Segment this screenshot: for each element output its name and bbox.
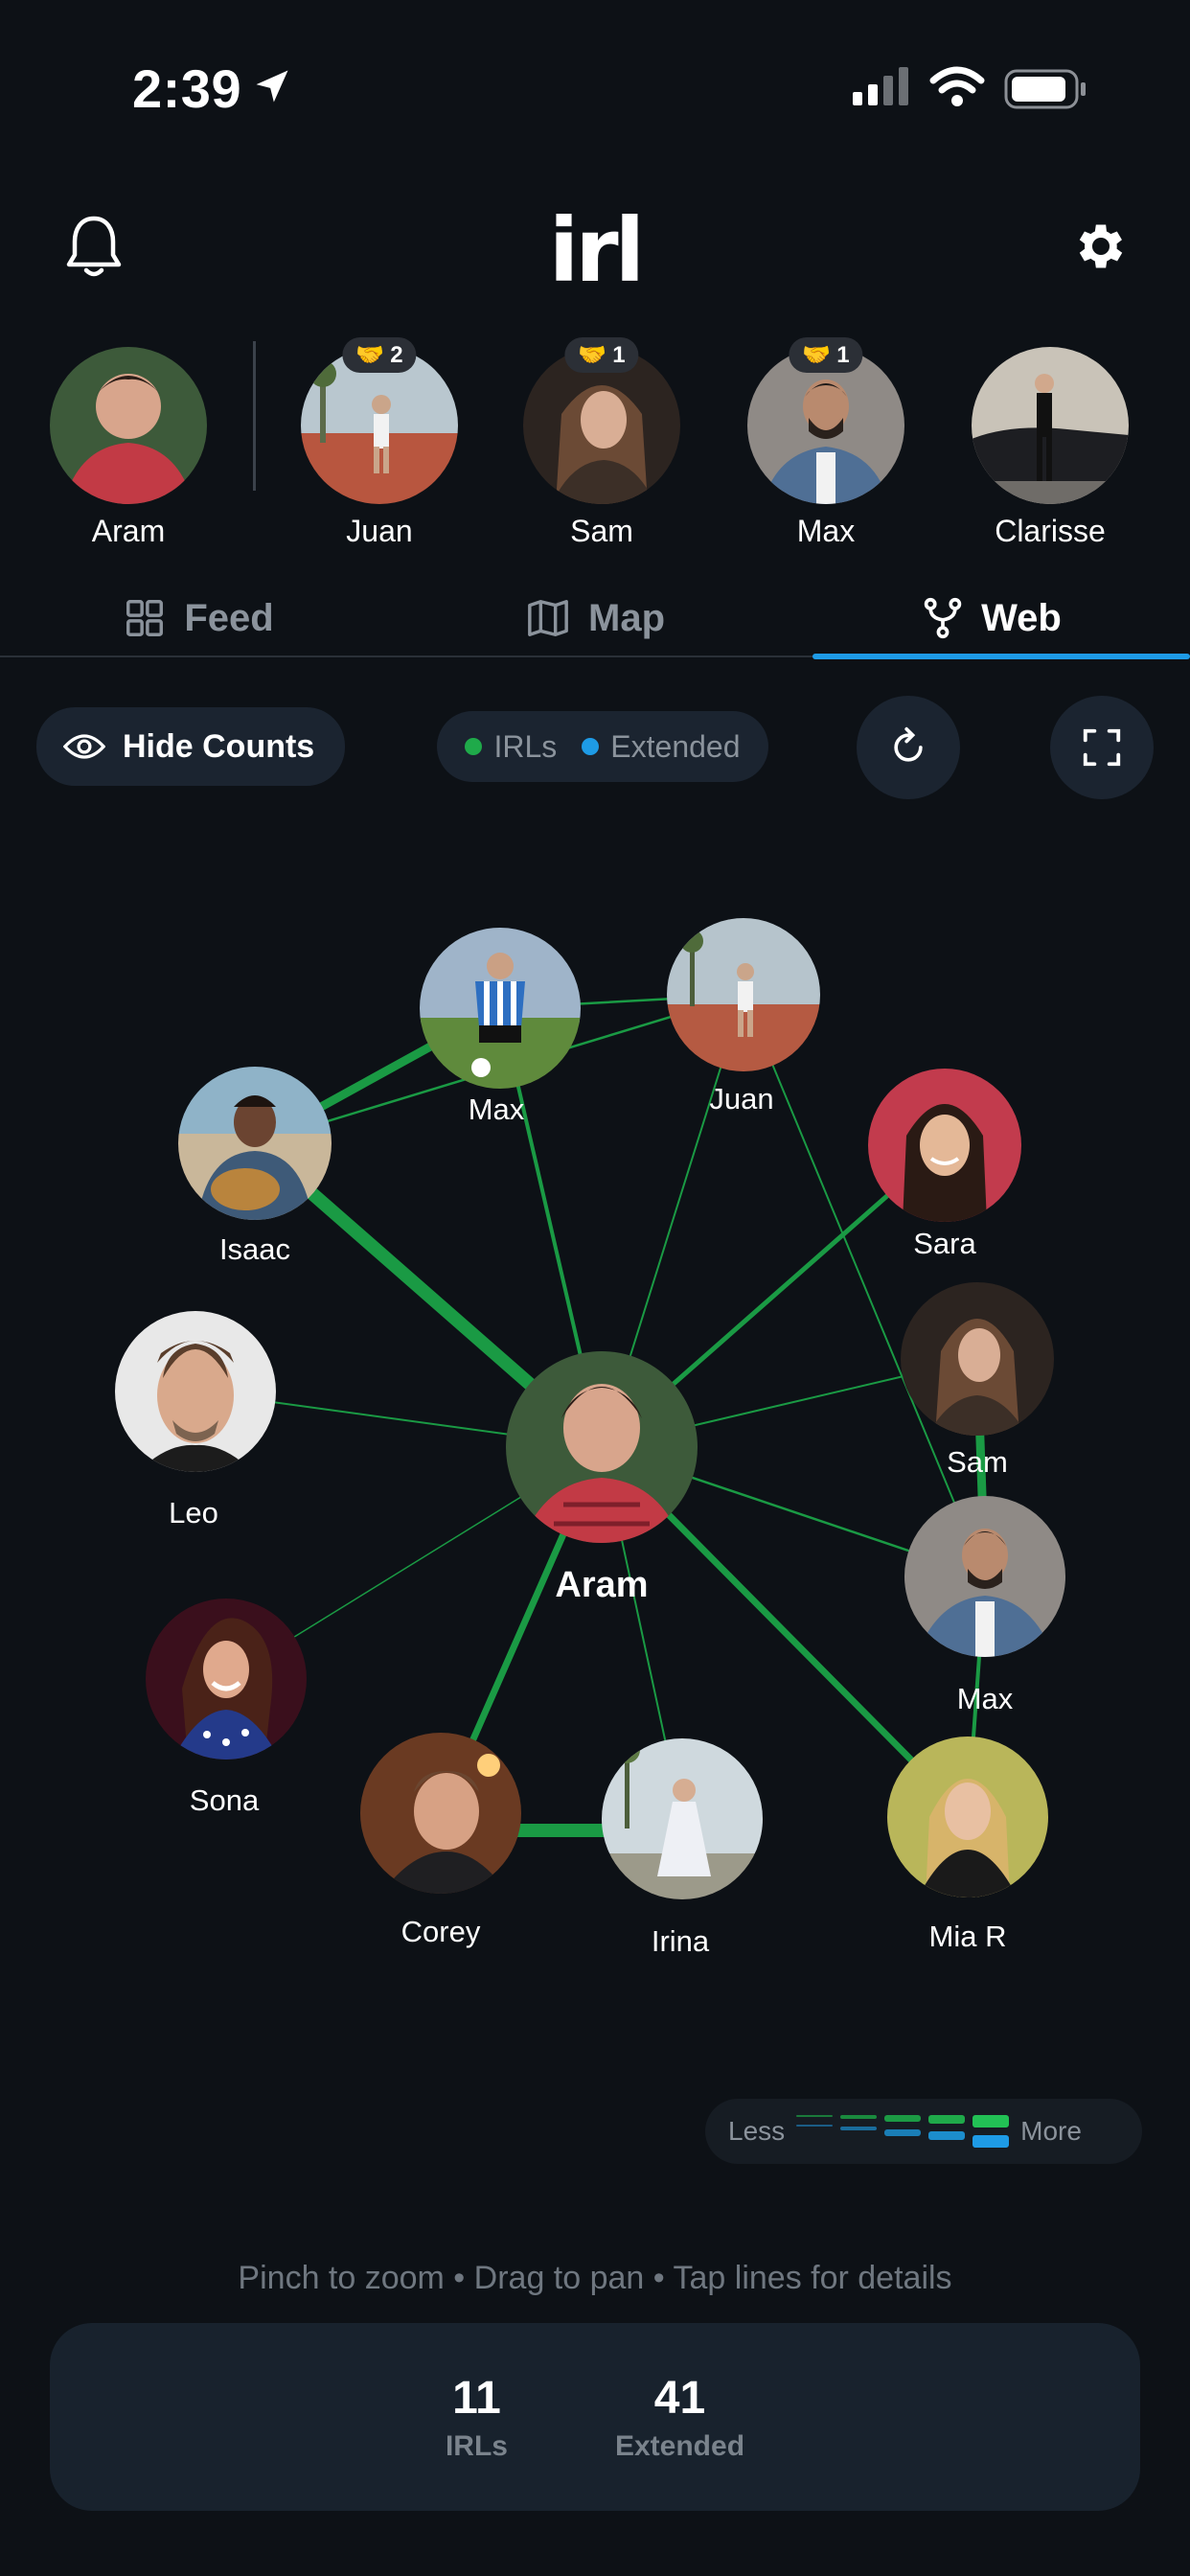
irl-count-badge: 🤝 2 bbox=[342, 337, 417, 373]
refresh-button[interactable] bbox=[857, 696, 960, 799]
app-logo: irl bbox=[548, 199, 645, 302]
eye-icon bbox=[63, 734, 105, 759]
irl-count-badge: 🤝 1 bbox=[789, 337, 863, 373]
node-sara[interactable] bbox=[868, 1069, 1021, 1222]
settings-gear-icon[interactable] bbox=[1071, 217, 1131, 276]
node-corey[interactable] bbox=[360, 1733, 521, 1894]
strength-scale bbox=[796, 2115, 1010, 2148]
node-label: Corey bbox=[401, 1915, 481, 1948]
node-label: Max bbox=[469, 1092, 525, 1126]
story-juan[interactable]: 🤝 2 Juan bbox=[284, 337, 475, 549]
node-label: Mia R bbox=[929, 1920, 1007, 1953]
fullscreen-icon bbox=[1083, 728, 1121, 767]
connection-web-graph[interactable]: Max Juan Isaac Sara Leo Sam Max Sona Cor… bbox=[0, 834, 1190, 2041]
hide-counts-label: Hide Counts bbox=[123, 727, 315, 765]
node-sona[interactable] bbox=[146, 1598, 307, 1760]
grid-icon bbox=[126, 600, 164, 636]
node-leo[interactable] bbox=[115, 1311, 276, 1472]
story-sam[interactable]: 🤝 1 Sam bbox=[506, 337, 698, 549]
irls-label: IRLs bbox=[445, 2429, 508, 2462]
story-name: Clarisse bbox=[995, 514, 1106, 548]
node-label: Sam bbox=[947, 1445, 1008, 1479]
node-label: Leo bbox=[169, 1496, 218, 1530]
node-isaac[interactable] bbox=[178, 1067, 332, 1220]
node-label: Max bbox=[957, 1682, 1014, 1715]
extended-stat: 41 Extended bbox=[615, 2372, 744, 2463]
irls-count: 11 bbox=[452, 2372, 501, 2424]
irls-stat: 11 IRLs bbox=[446, 2372, 508, 2463]
battery-icon bbox=[1004, 69, 1086, 109]
legend-irls-label: IRLs bbox=[493, 728, 558, 764]
node-juan[interactable] bbox=[667, 918, 820, 1071]
tab-feed[interactable]: Feed bbox=[0, 581, 397, 656]
story-aram[interactable]: Aram bbox=[33, 347, 224, 549]
avatar bbox=[972, 347, 1129, 504]
map-icon bbox=[528, 600, 568, 636]
node-label: Irina bbox=[652, 1924, 710, 1958]
tab-web[interactable]: Web bbox=[793, 581, 1190, 659]
refresh-icon bbox=[894, 726, 923, 762]
network-fork-icon bbox=[924, 597, 962, 639]
node-label: Sona bbox=[190, 1783, 260, 1817]
irl-count-badge: 🤝 1 bbox=[564, 337, 639, 373]
story-name: Juan bbox=[346, 514, 413, 548]
node-max[interactable] bbox=[420, 928, 581, 1094]
story-divider bbox=[253, 341, 256, 491]
handshake-icon: 🤝 bbox=[802, 342, 832, 368]
wifi-icon bbox=[929, 66, 985, 106]
story-name: Aram bbox=[91, 514, 166, 548]
handshake-icon: 🤝 bbox=[355, 342, 385, 368]
node-label: Isaac bbox=[219, 1232, 290, 1266]
node-label: Juan bbox=[709, 1082, 773, 1116]
tab-map[interactable]: Map bbox=[397, 581, 793, 656]
strength-legend: Less More bbox=[705, 2099, 1142, 2164]
line-type-legend: IRLs Extended bbox=[437, 711, 768, 782]
avatar bbox=[50, 347, 207, 504]
node-irina[interactable] bbox=[602, 1736, 763, 1899]
tab-label: Feed bbox=[184, 596, 274, 639]
node-sam[interactable] bbox=[901, 1282, 1054, 1436]
extended-count: 41 bbox=[653, 2372, 706, 2424]
node-max-2[interactable] bbox=[904, 1496, 1065, 1657]
node-mia-r[interactable] bbox=[887, 1736, 1048, 1898]
story-clarisse[interactable]: Clarisse bbox=[954, 347, 1146, 549]
story-name: Sam bbox=[570, 514, 633, 548]
handshake-icon: 🤝 bbox=[578, 342, 607, 368]
view-tabs: Feed Map Web bbox=[0, 581, 1190, 659]
tab-label: Map bbox=[588, 596, 665, 639]
hide-counts-button[interactable]: Hide Counts bbox=[36, 707, 345, 786]
legend-extended-label: Extended bbox=[610, 728, 741, 764]
irl-dot-icon bbox=[465, 738, 483, 755]
gesture-hint: Pinch to zoom • Drag to pan • Tap lines … bbox=[238, 2260, 952, 2296]
status-bar: 2:39 bbox=[0, 0, 1190, 172]
extended-dot-icon bbox=[582, 738, 600, 755]
cellular-signal-icon bbox=[853, 67, 908, 105]
extended-label: Extended bbox=[614, 2429, 745, 2462]
story-name: Max bbox=[796, 514, 856, 548]
stats-panel: 11 IRLs 41 Extended bbox=[50, 2323, 1140, 2511]
status-time: 2:39 bbox=[132, 58, 242, 119]
story-max[interactable]: 🤝 1 Max bbox=[730, 337, 922, 549]
location-arrow-icon bbox=[256, 70, 288, 103]
fullscreen-button[interactable] bbox=[1050, 696, 1154, 799]
less-label: Less bbox=[728, 2116, 786, 2146]
node-label: Sara bbox=[913, 1227, 976, 1260]
center-node-label: Aram bbox=[555, 1565, 648, 1605]
node-aram-center[interactable] bbox=[506, 1351, 698, 1543]
tab-label: Web bbox=[981, 596, 1062, 639]
more-label: More bbox=[1020, 2116, 1082, 2146]
